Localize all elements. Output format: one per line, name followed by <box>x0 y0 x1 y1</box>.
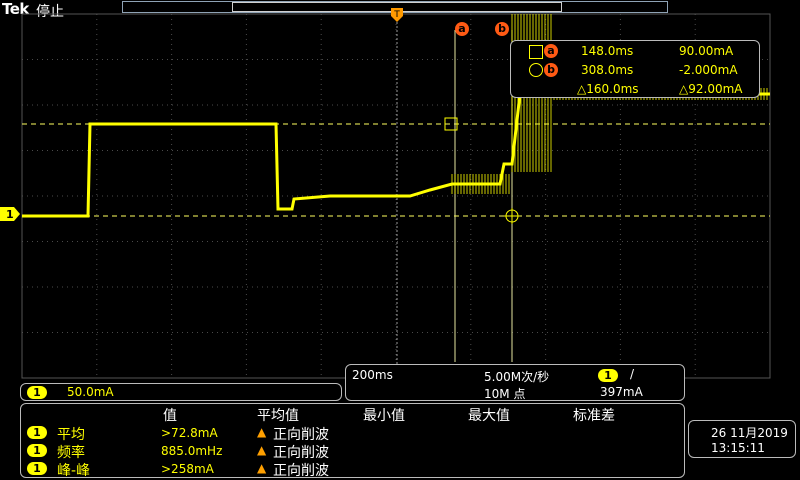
cursor-b-value: -2.000mA <box>679 63 738 77</box>
warning-icon: ▲ <box>257 425 267 439</box>
acquisition-panel[interactable]: 200ms 5.00M次/秒 10M 点 1 / 397mA <box>345 364 685 401</box>
channel1-badge: 1 <box>27 386 47 399</box>
row-channel-badge: 1 <box>27 444 47 457</box>
cursor-a-square-icon <box>529 45 543 59</box>
row-note: 正向削波 <box>273 427 329 443</box>
trigger-level: 397mA <box>600 385 643 399</box>
row-value: >258mA <box>161 462 214 476</box>
row-note: 正向削波 <box>273 463 329 479</box>
col-header-max: 最大值 <box>468 408 510 424</box>
timebase: 200ms <box>352 368 393 382</box>
cursor-readout-panel: a 148.0ms 90.00mA b 308.0ms -2.000mA △16… <box>510 40 760 98</box>
col-header-mean: 平均值 <box>257 408 299 424</box>
svg-text:T: T <box>393 10 400 20</box>
row-name: 平均 <box>57 427 85 443</box>
warning-icon: ▲ <box>257 461 267 475</box>
row-value: 885.0mHz <box>161 444 223 458</box>
cursor-b-readout-label: b <box>544 63 558 77</box>
cursor-a-value: 90.00mA <box>679 44 734 58</box>
row-note: 正向削波 <box>273 445 329 461</box>
record-length: 10M 点 <box>484 387 526 401</box>
cursor-a-time: 148.0ms <box>581 44 634 58</box>
channel1-ground-marker: 1 <box>0 207 20 221</box>
row-name: 峰-峰 <box>57 463 91 479</box>
row-value: >72.8mA <box>161 426 218 440</box>
row-channel-badge: 1 <box>27 426 47 439</box>
col-header-min: 最小值 <box>363 408 405 424</box>
datetime-box: 26 11月2019 13:15:11 <box>688 420 796 458</box>
cursor-b-label[interactable]: b <box>495 22 509 36</box>
time: 13:15:11 <box>711 441 765 455</box>
trigger-slope-icon: / <box>630 367 635 381</box>
row-channel-badge: 1 <box>27 462 47 475</box>
cursor-a-readout-label: a <box>544 44 558 58</box>
svg-text:1: 1 <box>6 208 14 221</box>
cursor-b-time: 308.0ms <box>581 63 634 77</box>
cursor-delta-time: △160.0ms <box>577 82 639 96</box>
channel1-scale-box[interactable]: 1 50.0mA <box>20 383 342 401</box>
sample-rate: 5.00M次/秒 <box>484 370 550 384</box>
table-row[interactable]: 1 峰-峰 >258mA ▲ 正向削波 <box>21 460 681 479</box>
cursor-a-label[interactable]: a <box>455 22 469 36</box>
table-row[interactable]: 1 频率 885.0mHz ▲ 正向削波 <box>21 442 681 461</box>
col-header-value: 值 <box>163 408 177 424</box>
col-header-stddev: 标准差 <box>573 408 615 424</box>
table-row[interactable]: 1 平均 >72.8mA ▲ 正向削波 <box>21 424 681 443</box>
measurement-table[interactable]: 值 平均值 最小值 最大值 标准差 1 平均 >72.8mA ▲ 正向削波 1 … <box>20 403 685 479</box>
cursor-b-circle-icon <box>529 63 543 77</box>
row-name: 频率 <box>57 445 85 461</box>
channel1-scale: 50.0mA <box>67 385 114 399</box>
date: 26 11月2019 <box>711 426 788 440</box>
warning-icon: ▲ <box>257 443 267 457</box>
trigger-channel-badge: 1 <box>598 369 618 382</box>
trigger-position-icon: T <box>391 8 403 370</box>
cursor-delta-value: △92.00mA <box>679 82 743 96</box>
